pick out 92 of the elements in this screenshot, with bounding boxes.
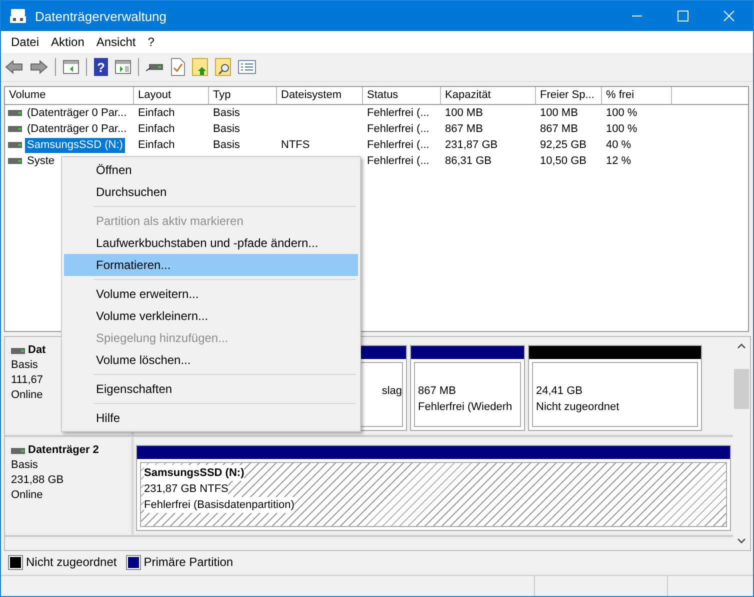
partition-block[interactable]: 24,41 GB Nicht zugeordnet — [528, 345, 702, 431]
disk-size: 111,67 — [11, 373, 44, 388]
checklist-document-icon[interactable] — [171, 58, 185, 76]
table-cell: Fehlerfrei (... — [367, 139, 430, 151]
drive-icon — [8, 110, 22, 116]
list-icon[interactable] — [238, 60, 256, 74]
menu-item[interactable]: Aktion — [45, 35, 90, 49]
menu-item[interactable]: Ansicht — [90, 35, 142, 49]
menu-item[interactable]: Eigenschaften — [64, 378, 358, 400]
table-cell: Basis — [213, 139, 240, 151]
table-cell: Fehlerfrei (... — [367, 107, 430, 119]
table-cell: 231,87 GB — [445, 139, 498, 151]
partition-title: SamsungsSSD (N:) — [144, 465, 244, 481]
folder-search-icon[interactable] — [215, 58, 231, 76]
menu-item[interactable]: Volume löschen... — [64, 349, 358, 371]
column-header[interactable]: Volume — [5, 87, 134, 104]
column-header[interactable]: Layout — [134, 87, 209, 104]
table-cell: Einfach — [138, 123, 175, 135]
disk-status: Online — [11, 388, 43, 403]
back-arrow-icon[interactable] — [5, 60, 23, 74]
column-header[interactable]: Status — [363, 87, 441, 104]
scroll-down-icon[interactable] — [737, 538, 746, 544]
partition-text: Fehlerfrei (Basisdatenpartition) — [144, 497, 294, 513]
disk-name: Dat — [28, 343, 46, 358]
menu-item[interactable]: Öffnen — [64, 159, 358, 181]
maximize-icon[interactable] — [677, 10, 689, 22]
table-cell: 86,31 GB — [445, 155, 492, 167]
column-header[interactable]: Typ — [209, 87, 277, 104]
window-title: Datenträgerverwaltung — [35, 8, 167, 24]
drive-icon — [11, 448, 25, 454]
table-cell: 867 MB — [445, 123, 483, 135]
legend-label: Nicht zugeordnet — [26, 555, 117, 569]
table-cell: Fehlerfrei (... — [367, 155, 430, 167]
table-cell: Einfach — [138, 139, 175, 151]
table-cell: 100 % — [606, 107, 638, 119]
table-cell: NTFS — [281, 139, 310, 151]
disk-name: Datenträger 2 — [28, 443, 99, 458]
partition-block[interactable]: SamsungsSSD (N:) 231,87 GB NTFS Fehlerfrei (Basisdatenpartition) — [136, 445, 731, 531]
table-cell[interactable]: Syste — [25, 154, 57, 168]
menu-item[interactable]: ? — [142, 35, 160, 49]
table-cell: 40 % — [606, 139, 632, 151]
table-cell: 10,50 GB — [540, 155, 586, 167]
table-cell: Einfach — [138, 107, 175, 119]
column-header[interactable]: % frei — [602, 87, 672, 104]
disk-drive-icon — [9, 8, 27, 24]
console-tree-icon[interactable] — [63, 60, 79, 74]
table-cell[interactable]: SamsungsSSD (N:) — [25, 138, 125, 152]
column-header[interactable]: Kapazität — [441, 87, 536, 104]
action-pane-icon[interactable] — [115, 60, 131, 74]
table-cell: 100 % — [606, 123, 638, 135]
disk-status: Online — [11, 488, 43, 503]
menu-item[interactable]: Laufwerkbuchstaben und -pfade ändern... — [64, 232, 358, 254]
menu-item[interactable]: Durchsuchen — [64, 181, 358, 203]
partition-text: 24,41 GB — [536, 384, 584, 399]
disk-connect-icon[interactable] — [146, 61, 164, 73]
disk-type: Basis — [11, 458, 38, 473]
partition-text: Nicht zugeordnet — [536, 400, 620, 415]
table-cell: Basis — [213, 123, 240, 135]
drive-icon — [8, 126, 22, 132]
menu-item[interactable]: Volume verkleinern... — [64, 305, 358, 327]
folder-up-icon[interactable] — [192, 58, 208, 76]
drive-icon — [8, 158, 22, 164]
partition-block[interactable]: 867 MB Fehlerfrei (Wiederh — [410, 345, 525, 431]
table-cell: 100 MB — [445, 107, 483, 119]
drive-icon — [11, 348, 25, 354]
menu-item[interactable]: Datei — [5, 35, 46, 49]
disk-type: Basis — [11, 358, 38, 373]
table-cell: 12 % — [606, 155, 632, 167]
table-cell: 867 MB — [540, 123, 578, 135]
menu-item[interactable]: Formatieren... — [64, 254, 358, 276]
menu-item[interactable]: Volume erweitern... — [64, 283, 358, 305]
disk-size: 231,88 GB — [11, 473, 64, 488]
column-header[interactable]: Dateisystem — [277, 87, 363, 104]
forward-arrow-icon[interactable] — [30, 60, 48, 74]
column-header[interactable]: Freier Sp... — [536, 87, 602, 104]
close-icon[interactable] — [723, 10, 735, 22]
table-cell: Fehlerfrei (... — [367, 123, 430, 135]
scroll-thumb[interactable] — [734, 369, 749, 409]
table-cell[interactable]: (Datenträger 0 Par... — [25, 122, 129, 136]
legend-label: Primäre Partition — [144, 555, 234, 569]
table-cell[interactable]: (Datenträger 0 Par... — [25, 106, 129, 120]
partition-text: 231,87 GB NTFS — [144, 481, 228, 497]
table-cell: 92,25 GB — [540, 139, 586, 151]
partition-text: 867 MB — [418, 384, 457, 399]
scroll-up-icon[interactable] — [737, 343, 746, 349]
table-cell: 100 MB — [540, 107, 578, 119]
menu-item[interactable]: Hilfe — [64, 407, 358, 429]
drive-icon — [8, 142, 22, 148]
help-icon[interactable]: ? — [94, 58, 108, 76]
table-cell: Basis — [213, 107, 240, 119]
partition-text: slag — [382, 384, 402, 399]
partition-text: Fehlerfrei (Wiederh — [418, 400, 514, 415]
